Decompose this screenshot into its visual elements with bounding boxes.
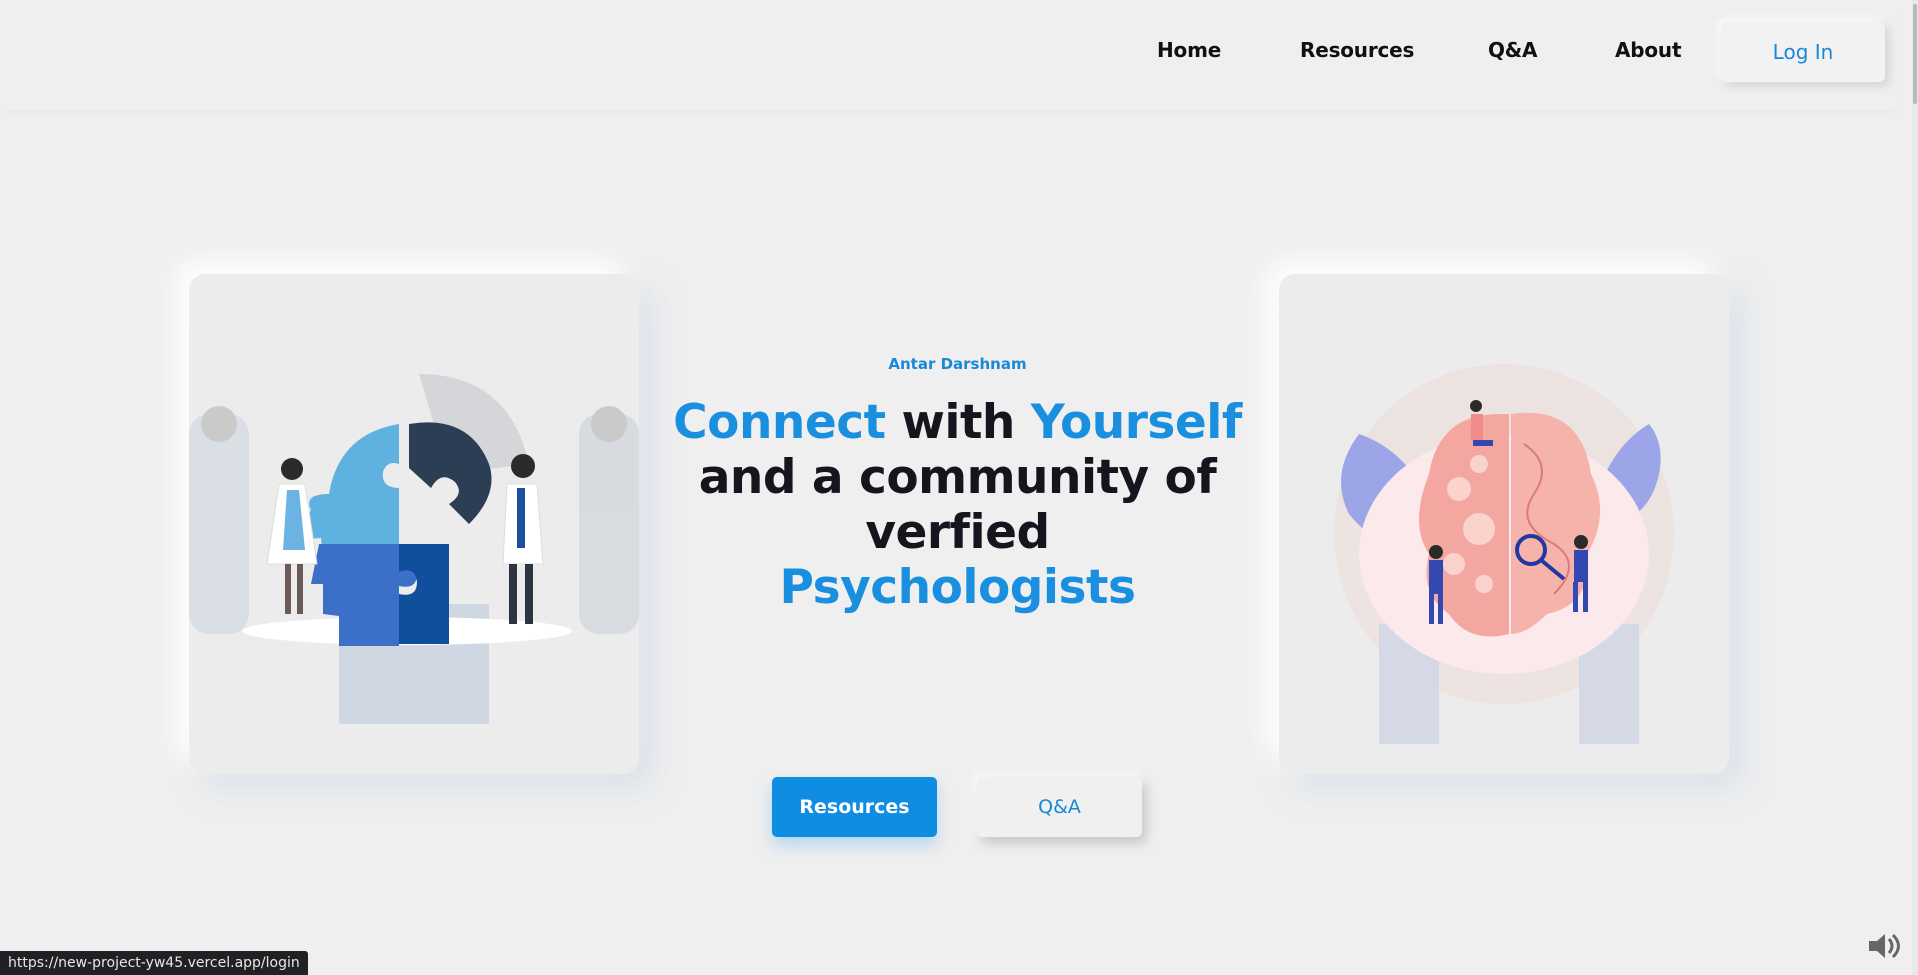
- nav-about-link[interactable]: About: [1615, 38, 1682, 62]
- headline-line2: and a community of: [698, 450, 1217, 505]
- resources-button[interactable]: Resources: [772, 777, 937, 837]
- nav-qa-link[interactable]: Q&A: [1488, 38, 1538, 62]
- right-illustration-card: [1279, 274, 1729, 774]
- scrollbar-thumb[interactable]: [1913, 4, 1917, 104]
- nav-resources-link[interactable]: Resources: [1300, 38, 1414, 62]
- brand-name: Antar Darshnam: [888, 355, 1027, 373]
- headline-yourself: Yourself: [1030, 395, 1243, 450]
- login-button[interactable]: Log In: [1721, 22, 1885, 82]
- puzzle-head-icon: [189, 374, 639, 724]
- headline-line4: Psychologists: [779, 560, 1136, 615]
- hero-headline: Connect with Yourself and a community of…: [660, 395, 1255, 615]
- headline-line3: verfied: [865, 505, 1050, 560]
- page: Home Resources Q&A About Log In Antar Da…: [0, 0, 1918, 975]
- nav-home-link[interactable]: Home: [1157, 38, 1221, 62]
- scrollbar-track[interactable]: [1912, 0, 1918, 975]
- status-bar-url: https://new-project-yw45.vercel.app/logi…: [0, 951, 308, 975]
- speaker-icon[interactable]: [1863, 926, 1903, 966]
- headline-with: with: [901, 395, 1015, 450]
- top-navbar: Home Resources Q&A About Log In: [0, 0, 1900, 110]
- headline-connect: Connect: [673, 395, 886, 450]
- qa-button[interactable]: Q&A: [977, 777, 1142, 837]
- left-illustration-card: [189, 274, 639, 774]
- brain-gears-icon: [1334, 364, 1674, 744]
